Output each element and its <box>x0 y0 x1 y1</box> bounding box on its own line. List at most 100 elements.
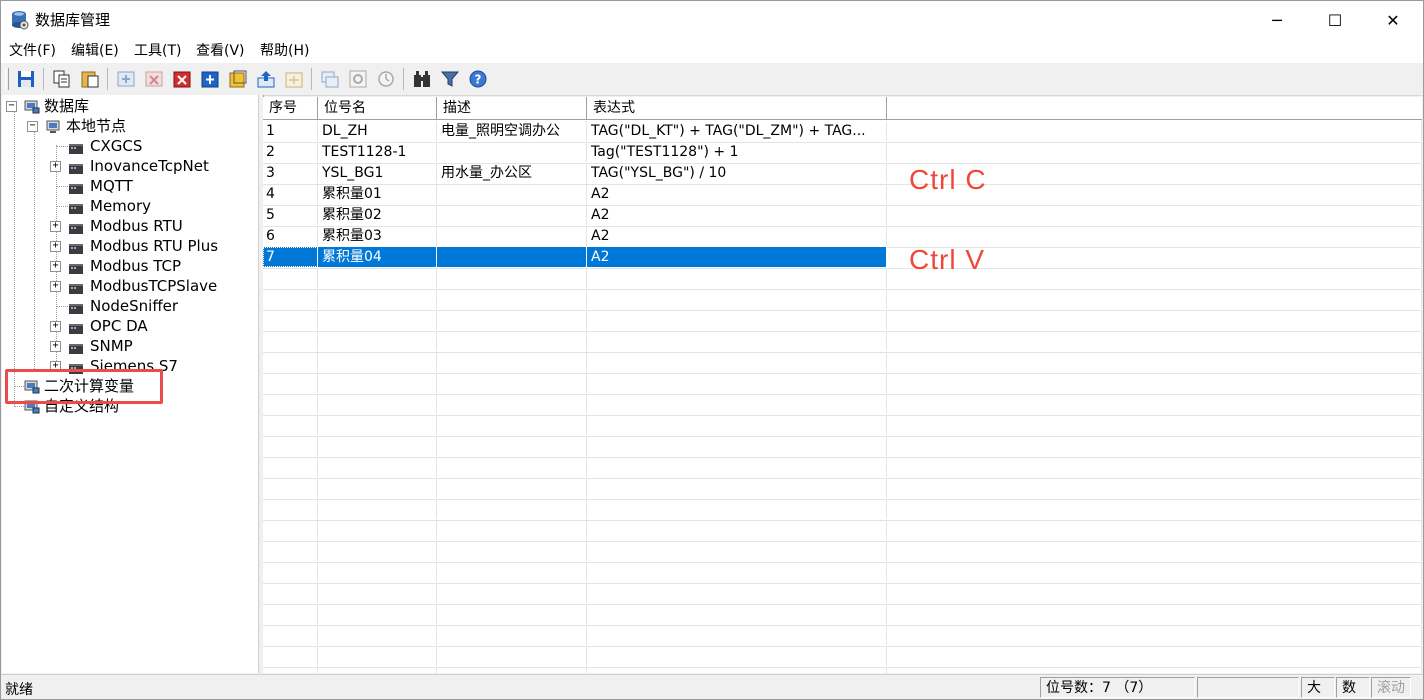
tree-node-root[interactable]: − 数据库 <box>2 96 258 116</box>
cell-index <box>263 499 318 519</box>
cell-index[interactable]: 3 <box>263 163 318 183</box>
table-row[interactable]: 5 累积量02 A2 <box>263 205 1422 227</box>
cell-description[interactable]: 用水量_办公区 <box>437 163 587 183</box>
cell-expression[interactable]: A2 <box>587 226 887 246</box>
cell-description[interactable] <box>437 184 587 204</box>
cell-tag-name[interactable]: 累积量02 <box>318 205 437 225</box>
tree-node-driver[interactable]: + SNMP <box>2 336 258 356</box>
help-icon[interactable]: ? <box>467 68 489 90</box>
cell-description[interactable] <box>437 142 587 162</box>
add-blue-icon[interactable] <box>199 68 221 90</box>
cell-expression[interactable]: A2 <box>587 247 887 267</box>
expand-icon[interactable]: + <box>50 241 61 252</box>
tree-node-driver[interactable]: + OPC DA <box>2 316 258 336</box>
cell-expression[interactable]: A2 <box>587 205 887 225</box>
close-button[interactable]: ✕ <box>1364 1 1422 39</box>
table-row[interactable]: 2 TEST1128-1 Tag("TEST1128") + 1 <box>263 142 1422 164</box>
cell-tag-name[interactable]: 累积量04 <box>318 247 437 267</box>
tree-node-driver[interactable]: + Modbus TCP <box>2 256 258 276</box>
edit-yellow-icon[interactable] <box>227 68 249 90</box>
cell-index <box>263 457 318 477</box>
cell-description[interactable] <box>437 205 587 225</box>
tree-node-driver[interactable]: + Modbus RTU <box>2 216 258 236</box>
menu-help[interactable]: 帮助(H) <box>260 42 309 60</box>
tree-line <box>56 206 68 207</box>
window-icon[interactable] <box>319 68 341 90</box>
refresh-icon[interactable] <box>347 68 369 90</box>
cell-tag-name[interactable]: DL_ZH <box>318 121 437 141</box>
header-expression[interactable]: 表达式 <box>587 97 887 119</box>
tree-node-driver[interactable]: + Modbus RTU Plus <box>2 236 258 256</box>
menu-tools[interactable]: 工具(T) <box>134 42 181 60</box>
cell-filler <box>887 205 1422 225</box>
cell-tag-name[interactable]: TEST1128-1 <box>318 142 437 162</box>
cell-tag-name[interactable]: 累积量03 <box>318 226 437 246</box>
cell-description[interactable]: 电量_照明空调办公 <box>437 121 587 141</box>
expand-icon[interactable]: + <box>50 341 61 352</box>
empty-row <box>263 499 1422 521</box>
minimize-button[interactable]: ─ <box>1248 1 1306 39</box>
table-row[interactable]: 3 YSL_BG1 用水量_办公区 TAG("YSL_BG") / 10 <box>263 163 1422 185</box>
cell-expression[interactable]: A2 <box>587 184 887 204</box>
header-tag-name[interactable]: 位号名 <box>318 97 437 119</box>
copy-icon[interactable] <box>51 68 73 90</box>
table-row[interactable]: 4 累积量01 A2 <box>263 184 1422 206</box>
paste-icon[interactable] <box>79 68 101 90</box>
expand-icon[interactable]: + <box>50 321 61 332</box>
cell-expression[interactable]: TAG("DL_KT") + TAG("DL_ZM") + TAG... <box>587 121 887 141</box>
cell-tag-name[interactable]: 累积量01 <box>318 184 437 204</box>
cell-index[interactable]: 1 <box>263 121 318 141</box>
cell-tag-name[interactable]: YSL_BG1 <box>318 163 437 183</box>
toolbar-gripper[interactable] <box>5 68 9 90</box>
minimize-icon: ─ <box>1272 10 1282 30</box>
cell-filler <box>887 394 1422 414</box>
menu-edit[interactable]: 编辑(E) <box>71 42 119 60</box>
table-row[interactable]: 6 累积量03 A2 <box>263 226 1422 248</box>
collapse-icon[interactable]: − <box>27 121 38 132</box>
collapse-icon[interactable]: − <box>6 101 17 112</box>
table-row[interactable]: 7 累积量04 A2 <box>263 247 1422 269</box>
expand-icon[interactable]: + <box>50 221 61 232</box>
cell-expression[interactable]: Tag("TEST1128") + 1 <box>587 142 887 162</box>
delete-red-icon[interactable] <box>171 68 193 90</box>
export-icon[interactable] <box>283 68 305 90</box>
tree-node-driver[interactable]: NodeSniffer <box>2 296 258 316</box>
table-row[interactable]: 1 DL_ZH 电量_照明空调办公 TAG("DL_KT") + TAG("DL_ZM… <box>263 121 1422 143</box>
cell-index <box>263 667 318 673</box>
import-icon[interactable] <box>255 68 277 90</box>
cell-expression <box>587 478 887 498</box>
cell-description[interactable] <box>437 226 587 246</box>
menu-file[interactable]: 文件(F) <box>9 42 56 60</box>
expand-icon[interactable]: + <box>50 261 61 272</box>
tree-node-driver[interactable]: + ModbusTCPSlave <box>2 276 258 296</box>
cell-expression <box>587 331 887 351</box>
tree-node-driver[interactable]: MQTT <box>2 176 258 196</box>
cell-index[interactable]: 2 <box>263 142 318 162</box>
cell-index <box>263 373 318 393</box>
expand-icon[interactable]: + <box>50 281 61 292</box>
cell-index <box>263 310 318 330</box>
expand-icon[interactable]: + <box>50 161 61 172</box>
tree-node-local[interactable]: − 本地节点 <box>2 116 258 136</box>
cell-index[interactable]: 4 <box>263 184 318 204</box>
cell-expression[interactable]: TAG("YSL_BG") / 10 <box>587 163 887 183</box>
header-description[interactable]: 描述 <box>437 97 587 119</box>
tree-node-driver[interactable]: + InovanceTcpNet <box>2 156 258 176</box>
add-row-icon[interactable] <box>115 68 137 90</box>
cell-index[interactable]: 5 <box>263 205 318 225</box>
find-icon[interactable] <box>411 68 433 90</box>
maximize-button[interactable]: ☐ <box>1306 1 1364 39</box>
menu-view[interactable]: 查看(V) <box>196 42 245 60</box>
cell-index[interactable]: 6 <box>263 226 318 246</box>
header-index[interactable]: 序号 <box>263 97 318 119</box>
menu-bar: 文件(F) 编辑(E) 工具(T) 查看(V) 帮助(H) <box>1 39 1423 63</box>
history-icon[interactable] <box>375 68 397 90</box>
cell-description <box>437 604 587 624</box>
cell-description[interactable] <box>437 247 587 267</box>
filter-icon[interactable] <box>439 68 461 90</box>
tree-node-driver[interactable]: CXGCS <box>2 136 258 156</box>
cell-index[interactable]: 7 <box>263 247 318 267</box>
tree-node-driver[interactable]: Memory <box>2 196 258 216</box>
save-icon[interactable] <box>15 68 37 90</box>
delete-row-icon[interactable] <box>143 68 165 90</box>
